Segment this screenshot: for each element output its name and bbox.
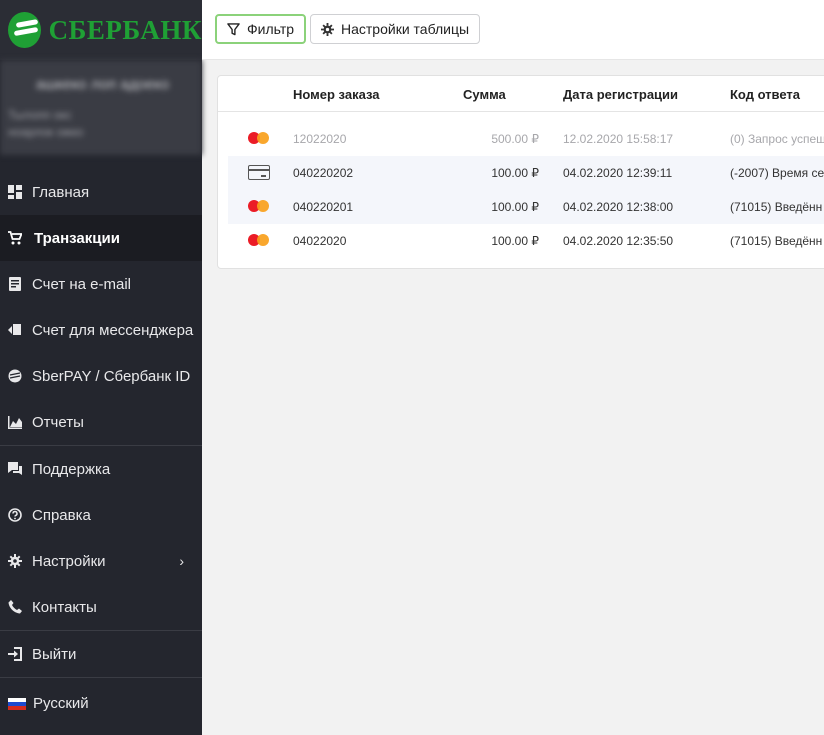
- sidebar-item-reports[interactable]: Отчеты: [0, 399, 202, 445]
- sidebar-item-sberpay[interactable]: SberPAY / Сбербанк ID: [0, 353, 202, 399]
- chart-icon: [8, 415, 22, 429]
- column-order-number[interactable]: Номер заказа: [293, 87, 380, 102]
- sidebar-item-settings[interactable]: Настройки ›: [0, 538, 202, 584]
- order-sum: 100.00 ₽: [491, 166, 539, 180]
- toolbar: Фильтр Настройки таблицы: [202, 0, 824, 60]
- column-registration-date[interactable]: Дата регистрации: [563, 87, 678, 102]
- order-sum: 500.00 ₽: [491, 132, 539, 146]
- response-code: (-2007) Время се: [730, 166, 824, 180]
- registration-date: 04.02.2020 12:39:11: [563, 166, 673, 180]
- cart-icon: [8, 231, 22, 245]
- sidebar-item-support[interactable]: Поддержка: [0, 446, 202, 492]
- registration-date: 04.02.2020 12:38:00: [563, 200, 674, 214]
- table-header: Номер заказа Сумма Дата регистрации Код …: [218, 76, 824, 112]
- support-icon: [8, 462, 22, 476]
- column-sum[interactable]: Сумма: [463, 87, 506, 102]
- sidebar-item-contacts[interactable]: Контакты: [0, 584, 202, 630]
- sidebar-menu: Главная Транзакции Счет на e-mail Счет д…: [0, 155, 202, 728]
- table-body: 12022020 500.00 ₽ 12.02.2020 15:58:17 (0…: [218, 112, 824, 258]
- sidebar-item-language[interactable]: Русский: [0, 678, 202, 728]
- filter-button[interactable]: Фильтр: [215, 14, 307, 44]
- response-code: (0) Запрос успеш: [730, 132, 824, 146]
- sidebar-item-label: Настройки: [32, 552, 106, 570]
- sidebar-item-label: Выйти: [32, 645, 77, 663]
- sidebar-item-label: SberPAY / Сбербанк ID: [32, 367, 191, 385]
- help-icon: [8, 508, 22, 522]
- card-icon: [248, 165, 270, 183]
- response-code: (71015) Введённ: [730, 200, 823, 214]
- invoice-icon: [8, 277, 22, 291]
- registration-date: 12.02.2020 15:58:17: [563, 132, 674, 146]
- order-sum: 100.00 ₽: [491, 234, 539, 248]
- user-line-1: Тылопп окс: [8, 108, 72, 122]
- dashboard-icon: [8, 185, 22, 199]
- order-number: 12022020: [293, 132, 347, 146]
- response-code: (71015) Введённ: [730, 234, 823, 248]
- mastercard-icon: [248, 199, 270, 216]
- sidebar-item-messenger-invoice[interactable]: Счет для мессенджера: [0, 307, 202, 353]
- table-row[interactable]: 040220202 100.00 ₽ 04.02.2020 12:39:11 (…: [228, 156, 824, 190]
- table-row[interactable]: 12022020 500.00 ₽ 12.02.2020 15:58:17 (0…: [228, 122, 824, 156]
- column-response-code[interactable]: Код ответа: [730, 87, 800, 102]
- sidebar: СБЕРБАНК ашкеко лоп адоеко Тылопп окс но…: [0, 0, 202, 735]
- messenger-icon: [8, 323, 22, 337]
- flag-ru-icon: [8, 697, 26, 710]
- order-number: 04022020: [293, 234, 347, 248]
- logo-text: СБЕРБАНК: [48, 14, 202, 45]
- table-row[interactable]: 040220201 100.00 ₽ 04.02.2020 12:38:00 (…: [228, 190, 824, 224]
- filter-icon: [227, 22, 240, 35]
- sber-icon: [8, 369, 22, 383]
- gear-icon: [321, 22, 334, 36]
- sidebar-item-label: Счет на e-mail: [32, 275, 131, 293]
- sidebar-item-help[interactable]: Справка: [0, 492, 202, 538]
- phone-icon: [8, 600, 22, 614]
- filter-button-label: Фильтр: [247, 21, 295, 37]
- table-row[interactable]: 04022020 100.00 ₽ 04.02.2020 12:35:50 (7…: [228, 224, 824, 258]
- order-sum: 100.00 ₽: [491, 200, 539, 214]
- mastercard-icon: [248, 131, 270, 148]
- sidebar-item-transactions[interactable]: Транзакции: [0, 215, 202, 261]
- logo[interactable]: СБЕРБАНК: [0, 0, 202, 60]
- sidebar-item-label: Отчеты: [32, 413, 84, 431]
- sidebar-item-label: Справка: [32, 506, 91, 524]
- sidebar-item-label: Главная: [32, 183, 90, 201]
- sidebar-item-main[interactable]: Главная: [0, 169, 202, 215]
- sidebar-item-label: Русский: [33, 694, 89, 712]
- table-settings-button-label: Настройки таблицы: [341, 21, 470, 37]
- sidebar-item-email-invoice[interactable]: Счет на e-mail: [0, 261, 202, 307]
- sidebar-item-label: Счет для мессенджера: [32, 321, 194, 339]
- sidebar-item-label: Поддержка: [32, 460, 111, 478]
- transactions-table: Номер заказа Сумма Дата регистрации Код …: [217, 75, 824, 269]
- user-line-2: ноарлок ожко: [8, 125, 84, 139]
- sber-logo-icon: [8, 12, 41, 48]
- table-settings-button[interactable]: Настройки таблицы: [310, 14, 481, 44]
- order-number: 040220201: [293, 200, 354, 214]
- chevron-right-icon: ›: [179, 553, 184, 569]
- sidebar-item-label: Контакты: [32, 598, 97, 616]
- mastercard-icon: [248, 233, 270, 250]
- order-number: 040220202: [293, 166, 354, 180]
- sidebar-item-label: Транзакции: [34, 229, 120, 247]
- gear-icon: [8, 554, 22, 568]
- logout-icon: [8, 647, 22, 661]
- sidebar-item-logout[interactable]: Выйти: [0, 631, 202, 677]
- user-name: ашкеко лоп адоеко: [36, 76, 170, 93]
- registration-date: 04.02.2020 12:35:50: [563, 234, 674, 248]
- user-profile[interactable]: ашкеко лоп адоеко Тылопп окс ноарлок ожк…: [0, 60, 202, 155]
